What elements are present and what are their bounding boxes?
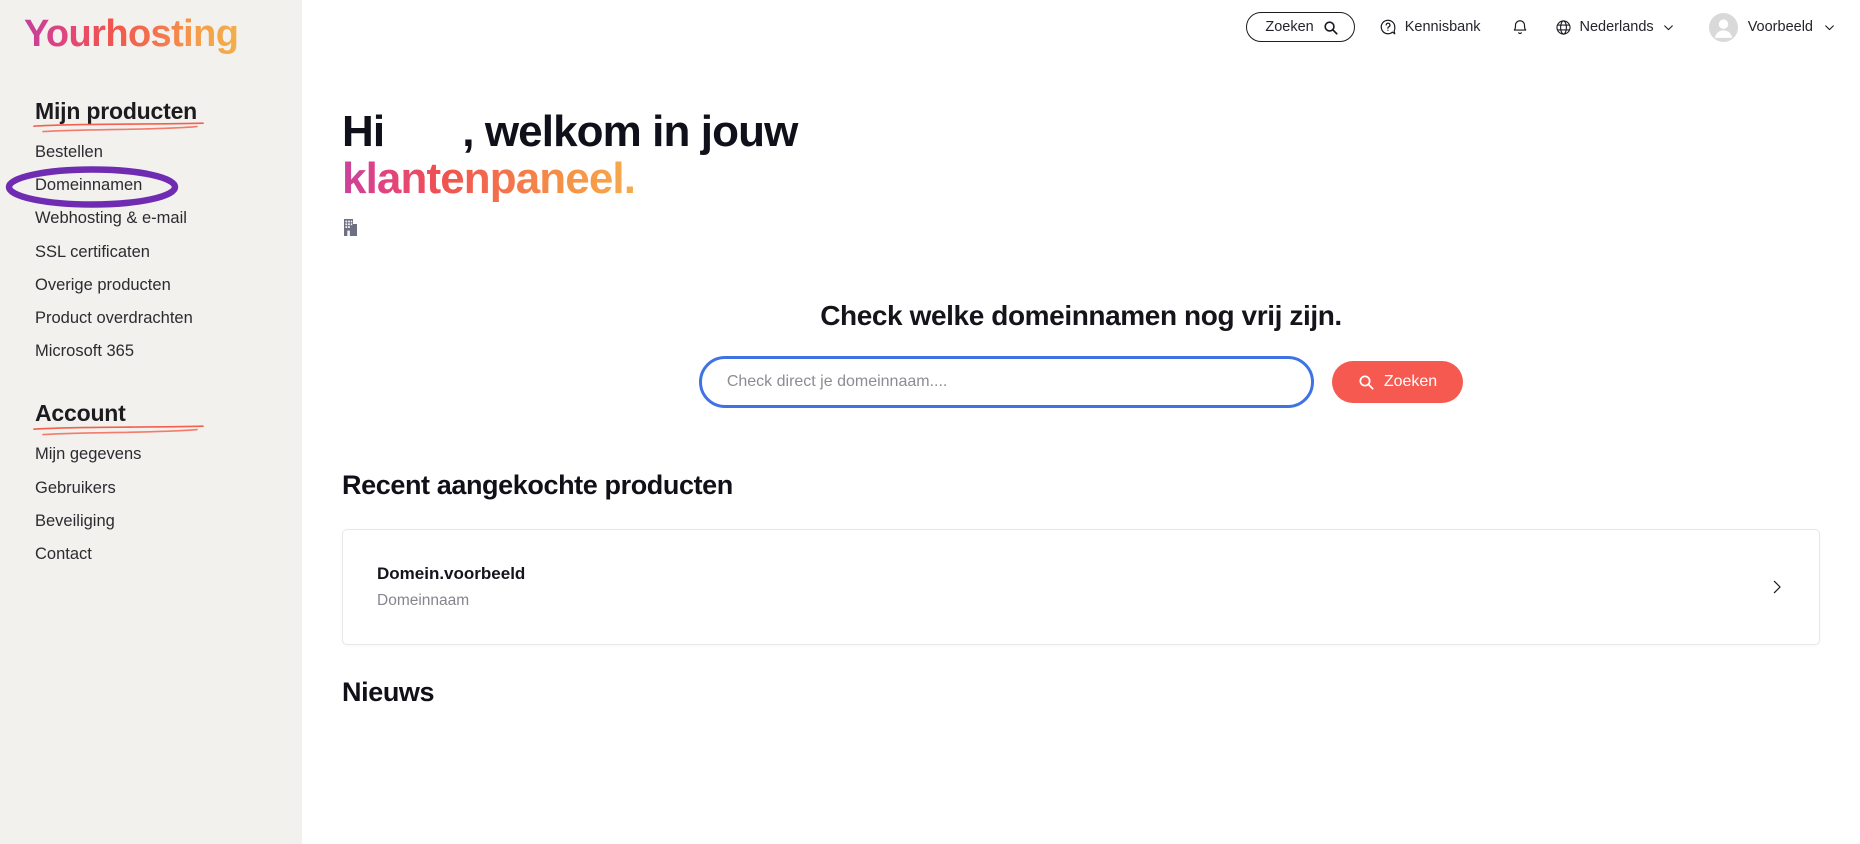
sidebar-list-producten: Bestellen Domeinnamen Webhosting & e-mai…	[0, 135, 302, 368]
global-search-button[interactable]: Zoeken	[1246, 12, 1354, 42]
search-icon	[1358, 374, 1374, 390]
office-building-icon	[342, 218, 1860, 242]
global-search-label: Zoeken	[1265, 19, 1313, 35]
product-card-type: Domeinnaam	[377, 592, 525, 610]
topbar: Zoeken Kennisbank	[302, 0, 1860, 54]
chevron-down-icon	[1823, 21, 1836, 34]
chevron-right-icon[interactable]	[1768, 574, 1785, 600]
sidebar-heading-account-wrap: Account	[35, 400, 126, 438]
yourhosting-logo[interactable]: Yourhosting	[24, 14, 238, 56]
sidebar-item-domeinnamen[interactable]: Domeinnamen	[0, 169, 302, 202]
search-icon	[1323, 20, 1338, 35]
domain-check-section: Check welke domeinnamen nog vrij zijn. Z…	[302, 300, 1860, 408]
news-title: Nieuws	[342, 677, 1860, 708]
sidebar-section-producten: Mijn producten Bestellen Domeinnamen Web…	[0, 98, 302, 368]
sidebar-heading-producten: Mijn producten	[35, 98, 197, 126]
question-circle-icon	[1379, 18, 1397, 36]
kennisbank-label: Kennisbank	[1405, 19, 1481, 35]
avatar	[1709, 13, 1738, 42]
sidebar-item-mijn-gegevens[interactable]: Mijn gegevens	[0, 438, 302, 471]
hero-greeting-suffix: , welkom in jouw	[462, 107, 797, 156]
sidebar-heading-producten-wrap: Mijn producten	[35, 98, 197, 136]
sidebar-item-microsoft-365[interactable]: Microsoft 365	[0, 335, 302, 368]
product-card-name: Domein.voorbeeld	[377, 564, 525, 584]
domain-check-row: Zoeken	[699, 356, 1463, 408]
page-title: Hi , welkom in jouwklantenpaneel.	[342, 109, 962, 202]
domain-search-input[interactable]	[699, 356, 1314, 408]
kennisbank-link[interactable]: Kennisbank	[1379, 18, 1481, 36]
sidebar-item-beveiliging[interactable]: Beveiliging	[0, 504, 302, 537]
user-menu[interactable]: Voorbeeld	[1709, 13, 1836, 42]
sidebar-item-contact[interactable]: Contact	[0, 538, 302, 571]
hero-section: Hi , welkom in jouwklantenpaneel.	[302, 54, 1860, 242]
sidebar-item-webhosting-email[interactable]: Webhosting & e-mail	[0, 202, 302, 235]
domain-check-title: Check welke domeinnamen nog vrij zijn.	[820, 300, 1342, 332]
sidebar-item-gebruikers[interactable]: Gebruikers	[0, 471, 302, 504]
domain-search-button[interactable]: Zoeken	[1332, 361, 1463, 403]
globe-icon	[1555, 19, 1572, 36]
sidebar-section-account: Account Mijn gegevens Gebruikers Beveili…	[0, 400, 302, 571]
sidebar-list-account: Mijn gegevens Gebruikers Beveiliging Con…	[0, 438, 302, 571]
sidebar-item-product-overdrachten[interactable]: Product overdrachten	[0, 302, 302, 335]
product-card[interactable]: Domein.voorbeeld Domeinnaam	[342, 529, 1820, 645]
main-content: Zoeken Kennisbank	[302, 0, 1860, 844]
notifications-button[interactable]	[1507, 14, 1533, 40]
sidebar: Yourhosting Mijn producten Bestellen Dom…	[0, 0, 302, 844]
sidebar-item-ssl-certificaten[interactable]: SSL certificaten	[0, 235, 302, 268]
user-menu-label: Voorbeeld	[1748, 19, 1813, 35]
avatar-person-icon	[1709, 13, 1738, 42]
language-label: Nederlands	[1580, 19, 1654, 35]
bell-icon	[1511, 18, 1529, 37]
language-selector[interactable]: Nederlands	[1555, 19, 1675, 36]
sidebar-heading-account: Account	[35, 400, 126, 428]
hero-greeting-accent: klantenpaneel.	[342, 154, 635, 203]
hero-greeting-prefix: Hi	[342, 107, 384, 156]
chevron-down-icon	[1662, 21, 1675, 34]
app-root: Yourhosting Mijn producten Bestellen Dom…	[0, 0, 1860, 844]
product-card-text: Domein.voorbeeld Domeinnaam	[377, 564, 525, 610]
sidebar-item-overige-producten[interactable]: Overige producten	[0, 268, 302, 301]
domain-search-button-label: Zoeken	[1384, 373, 1437, 391]
recent-products-title: Recent aangekochte producten	[342, 470, 1860, 501]
sidebar-item-bestellen[interactable]: Bestellen	[0, 135, 302, 168]
